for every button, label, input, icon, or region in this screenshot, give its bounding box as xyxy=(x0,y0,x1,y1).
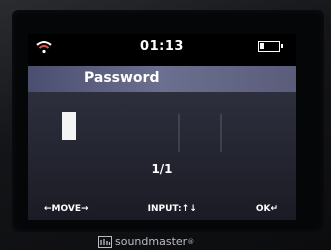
input-hint: INPUT:↑↓ xyxy=(147,204,197,214)
device-body: 01:13 Password 1/1 ←MOVE→ INPUT:↑↓ OK↵ s… xyxy=(0,0,331,250)
title-bar: Password xyxy=(28,66,296,92)
password-input-cursor[interactable] xyxy=(62,112,76,140)
ok-hint: OK↵ xyxy=(255,204,278,214)
key-hint-bar: ←MOVE→ INPUT:↑↓ OK↵ xyxy=(28,204,296,214)
status-bar: 01:13 xyxy=(28,34,296,60)
battery-level xyxy=(260,43,264,49)
registered-mark: ® xyxy=(187,237,195,246)
battery-icon xyxy=(258,41,283,52)
page-title: Password xyxy=(84,70,160,86)
character-selector[interactable] xyxy=(178,114,222,152)
soundmaster-logo-icon xyxy=(98,235,112,248)
display-screen: 01:13 Password 1/1 ←MOVE→ INPUT:↑↓ OK↵ xyxy=(28,34,296,220)
move-hint: ←MOVE→ xyxy=(44,204,89,214)
page-indicator: 1/1 xyxy=(151,162,173,176)
brand-name: soundmaster xyxy=(115,235,188,248)
brand-logo: soundmaster ® xyxy=(98,235,194,248)
clock: 01:13 xyxy=(140,39,184,54)
password-entry-panel: 1/1 ←MOVE→ INPUT:↑↓ OK↵ xyxy=(28,92,296,220)
